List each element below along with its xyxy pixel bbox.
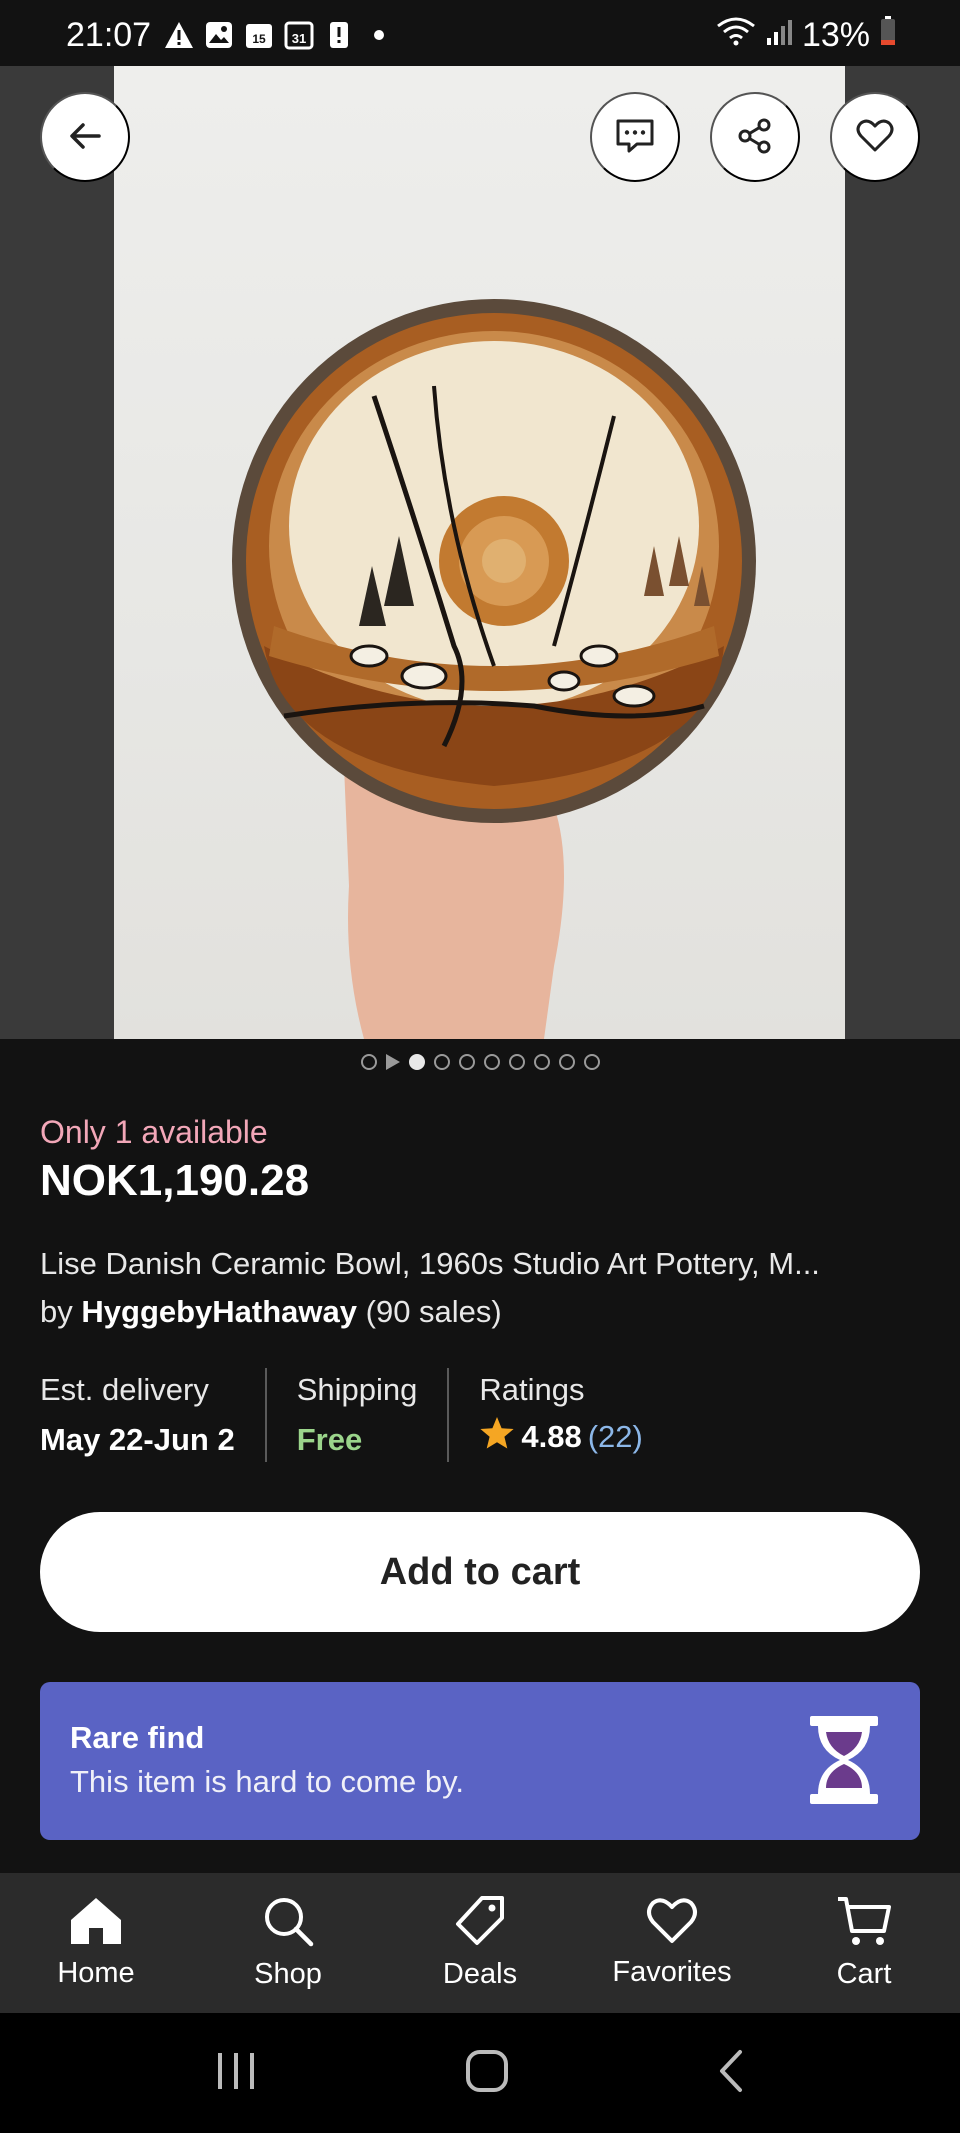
chat-icon [615,118,655,157]
nav-deals[interactable]: Deals [384,1873,576,2013]
heart-icon [856,119,894,156]
system-navigation [0,2013,960,2133]
product-photo [114,66,845,1039]
battery-percent: 13% [801,16,870,54]
tag-icon [454,1895,506,1952]
favorite-button[interactable] [830,92,920,182]
nav-shop-label: Shop [254,1958,322,1990]
back-button[interactable] [40,92,130,182]
seller-line: by HyggebyHathaway (90 sales) [40,1294,502,1330]
delivery-info: Est. delivery May 22-Jun 2 [40,1368,235,1462]
calendar-15-icon: 15 [244,20,274,50]
signal-icon [766,16,792,55]
shipping-label: Shipping [296,1372,418,1407]
nav-home[interactable]: Home [0,1873,192,2013]
seller-prefix: by [40,1294,73,1329]
gallery-indicator [0,1054,960,1070]
recent-apps-icon[interactable] [214,2051,258,2096]
gallery-dot[interactable] [483,1054,500,1070]
cart-icon [836,1895,892,1952]
message-button[interactable] [590,92,680,182]
shipping-value: Free [296,1422,363,1457]
gallery-dot[interactable] [433,1054,450,1070]
add-to-cart-button[interactable]: Add to cart [40,1512,920,1632]
nav-favorites[interactable]: Favorites [576,1873,768,2013]
nav-favorites-label: Favorites [612,1956,732,1988]
nav-cart-label: Cart [836,1958,892,1990]
svg-text:31: 31 [292,31,306,46]
back-nav-icon[interactable] [716,2049,746,2098]
gallery-dot[interactable] [533,1054,550,1070]
rare-find-title: Rare find [70,1720,205,1755]
gallery-dot[interactable] [458,1054,475,1070]
star-icon [479,1416,515,1458]
availability-label: Only 1 available [40,1114,268,1150]
gallery-dot[interactable] [360,1054,377,1070]
seller-sales: (90 sales) [365,1294,502,1329]
nav-cart[interactable]: Cart [768,1873,960,2013]
rating-value: 4.88 [521,1419,582,1454]
video-indicator-icon[interactable] [385,1054,400,1070]
svg-text:15: 15 [252,32,266,46]
hourglass-icon [808,1714,880,1811]
home-button-icon[interactable] [465,2049,509,2098]
ratings-label: Ratings [479,1372,585,1407]
rating-line[interactable]: 4.88 (22) [479,1416,643,1458]
rare-find-text: This item is hard to come by. [70,1764,464,1799]
notification-icons: 15 31 [164,20,394,50]
status-bar: 21:07 15 31 13% [0,0,960,66]
rating-count[interactable]: (22) [588,1419,643,1455]
gallery-dot-active[interactable] [408,1054,425,1070]
gallery-dot[interactable] [558,1054,575,1070]
gallery-dot[interactable] [508,1054,525,1070]
search-icon [262,1895,314,1952]
ratings-info[interactable]: Ratings 4.88 (22) [479,1368,642,1462]
delivery-label: Est. delivery [40,1372,209,1407]
status-time: 21:07 [66,16,152,54]
heart-icon [646,1897,698,1950]
seller-name-link[interactable]: HyggebyHathaway [81,1294,357,1329]
home-icon [69,1896,123,1951]
product-info-row: Est. delivery May 22-Jun 2 Shipping Free… [40,1368,643,1462]
share-icon [737,118,773,157]
warning-icon [164,20,194,50]
nav-deals-label: Deals [442,1958,518,1990]
alert-icon [324,20,354,50]
image-icon [204,20,234,50]
divider [264,1368,267,1462]
battery-icon [880,16,896,55]
nav-shop[interactable]: Shop [192,1873,384,2013]
share-button[interactable] [710,92,800,182]
nav-home-label: Home [57,1957,135,1989]
product-image-gallery[interactable] [0,66,960,1039]
divider [447,1368,450,1462]
product-price: NOK1,190.28 [40,1156,310,1205]
dot-icon [364,20,394,50]
wifi-icon [716,16,756,55]
delivery-value: May 22-Jun 2 [40,1422,235,1457]
rare-find-banner: Rare find This item is hard to come by. [40,1682,920,1840]
product-title[interactable]: Lise Danish Ceramic Bowl, 1960s Studio A… [40,1246,920,1282]
gallery-dot[interactable] [583,1054,600,1070]
calendar-31-icon: 31 [284,20,314,50]
arrow-left-icon [67,118,103,157]
status-right: 13% [716,16,896,55]
bottom-navigation: Home Shop Deals Favorites Cart [0,1873,960,2013]
shipping-info: Shipping Free [297,1368,418,1462]
